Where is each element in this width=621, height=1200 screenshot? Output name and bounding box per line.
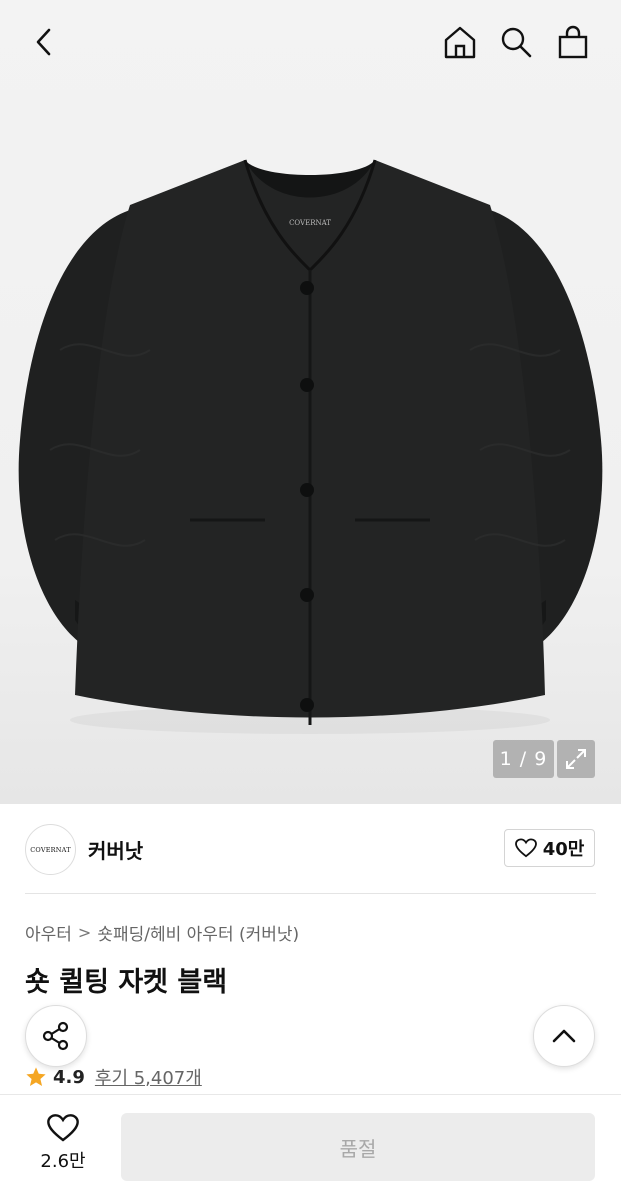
search-button[interactable] — [494, 20, 538, 64]
back-button[interactable] — [22, 20, 66, 64]
wishlist-count: 2.6만 — [40, 1151, 86, 1172]
breadcrumb-separator: > — [77, 923, 92, 942]
expand-image-button[interactable] — [557, 740, 595, 778]
chevron-up-icon — [552, 1029, 576, 1043]
brand-logo[interactable]: COVERNAT — [25, 824, 76, 875]
divider — [25, 893, 596, 894]
breadcrumb-subcategory[interactable]: 숏패딩/헤비 아우터 (커버낫) — [97, 920, 299, 945]
home-button[interactable] — [438, 20, 482, 64]
jacket-label: COVERNAT — [289, 219, 331, 227]
breadcrumb-category[interactable]: 아우터 — [25, 920, 72, 945]
heart-icon — [47, 1114, 79, 1142]
home-icon — [444, 26, 476, 59]
share-button[interactable] — [25, 1005, 87, 1067]
bottom-action-bar: 2.6만 품절 — [0, 1094, 621, 1200]
brand-name[interactable]: 커버낫 — [88, 835, 143, 864]
brand-row: COVERNAT 커버낫 40만 — [0, 804, 621, 894]
top-navigation-bar — [0, 0, 621, 84]
wishlist-button[interactable]: 2.6만 — [24, 1113, 102, 1183]
rating-row: 4.9 후기 5,407개 — [25, 1064, 202, 1090]
brand-like-count: 40만 — [542, 839, 585, 860]
brand-logo-text: COVERNAT — [30, 845, 71, 854]
brand-like-button[interactable]: 40만 — [504, 829, 595, 867]
image-counter: 1 / 9 — [493, 740, 554, 778]
product-image-gallery[interactable]: COVERNAT 1 / 9 — [0, 0, 621, 804]
sold-out-button[interactable]: 품절 — [121, 1113, 595, 1181]
search-icon — [501, 27, 532, 58]
rating-score: 4.9 — [53, 1066, 85, 1088]
share-icon — [42, 1021, 69, 1051]
scroll-top-button[interactable] — [533, 1005, 595, 1067]
cart-button[interactable] — [551, 20, 595, 64]
star-icon — [26, 1067, 46, 1086]
reviews-link[interactable]: 후기 5,407개 — [95, 1064, 202, 1090]
expand-icon — [566, 749, 586, 769]
product-title: 숏 퀼팅 자켓 블랙 — [25, 967, 228, 998]
jacket-product-image: COVERNAT — [18, 159, 603, 734]
back-arrow-icon — [36, 28, 51, 56]
heart-icon — [514, 838, 537, 858]
shopping-bag-icon — [558, 25, 588, 59]
breadcrumb: 아우터 > 숏패딩/헤비 아우터 (커버낫) — [25, 920, 299, 945]
